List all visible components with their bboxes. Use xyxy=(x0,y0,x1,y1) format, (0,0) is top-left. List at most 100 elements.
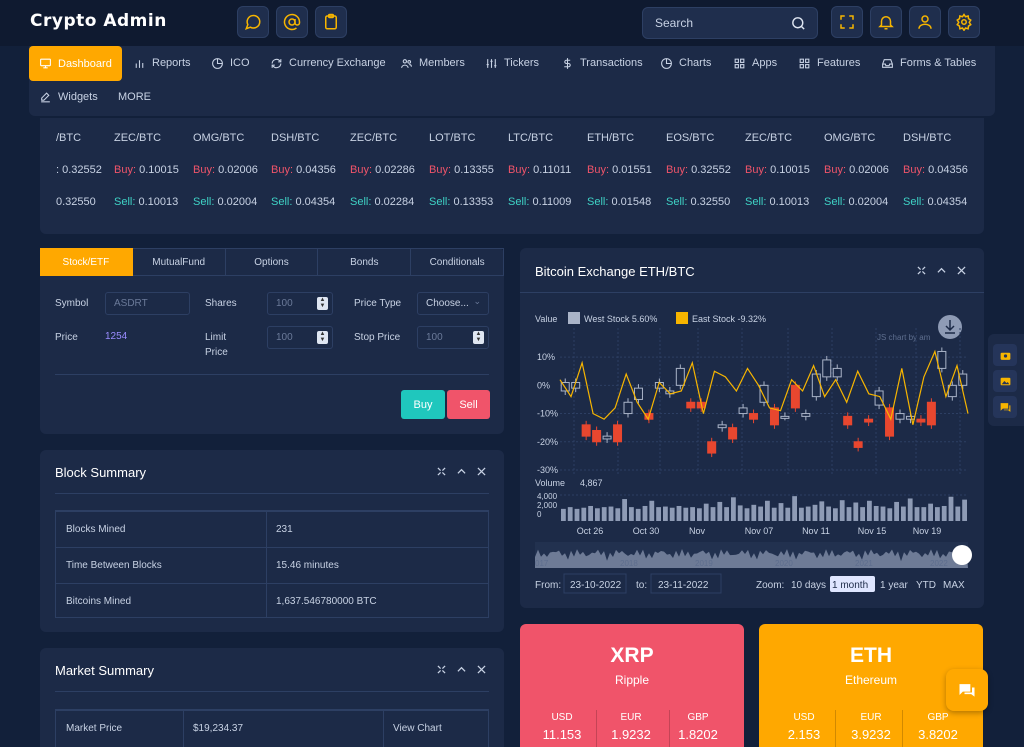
symbol-input[interactable]: ASDRT xyxy=(105,292,190,315)
x-tick-label: Nov 07 xyxy=(745,526,774,536)
limit-price-stepper[interactable]: 100 ▲ ▼ xyxy=(267,326,333,349)
nav-item-members[interactable]: Members xyxy=(390,46,475,80)
sell-label: Sell: xyxy=(114,196,139,208)
volume-bar xyxy=(710,507,716,521)
nav-item-more[interactable]: MORE xyxy=(108,80,161,114)
buy-button[interactable]: Buy xyxy=(401,390,445,419)
table-cell-value: 15.46 minutes xyxy=(276,560,339,571)
stepper-arrows-icon[interactable]: ▲ ▼ xyxy=(317,297,328,310)
ticker-sell: Sell: 0.10013 xyxy=(114,196,179,208)
tab-conditionals[interactable]: Conditionals xyxy=(411,248,504,276)
to-date-value: 23-11-2022 xyxy=(658,580,709,591)
price-type-select[interactable]: Choose... ⌄ xyxy=(417,292,489,315)
stop-price-stepper[interactable]: 100 ▲ ▼ xyxy=(417,326,489,349)
clipboard-icon-button[interactable] xyxy=(315,6,347,38)
volume-value: 4,867 xyxy=(580,478,603,488)
limit-price-value: 100 xyxy=(276,332,293,343)
chevron-up-icon[interactable] xyxy=(457,665,466,674)
ticker-sell: Sell: 0.02004 xyxy=(193,196,258,208)
buy-label: Buy: xyxy=(587,164,613,176)
close-icon[interactable] xyxy=(477,665,486,674)
clipboard-icon xyxy=(325,13,337,30)
settings-button[interactable] xyxy=(948,6,980,38)
nav-item-widgets[interactable]: Widgets xyxy=(29,80,108,114)
refresh-icon xyxy=(271,58,282,68)
nav-item-ico[interactable]: ICO xyxy=(201,46,260,80)
nav-item-transactions[interactable]: Transactions xyxy=(551,46,653,80)
side-tool-button[interactable] xyxy=(993,344,1017,366)
nav-item-tickers[interactable]: Tickers xyxy=(475,46,549,80)
volume-bar xyxy=(907,498,913,521)
search-icon[interactable] xyxy=(790,15,807,32)
tab-mutualfund[interactable]: MutualFund xyxy=(132,248,226,276)
user-icon xyxy=(918,15,932,29)
stepper-arrows-icon[interactable]: ▲ ▼ xyxy=(473,331,484,344)
mention-icon-button[interactable] xyxy=(276,6,308,38)
user-profile-button[interactable] xyxy=(909,6,941,38)
chart-watermark: JS chart by am xyxy=(877,333,931,342)
side-tool-button[interactable] xyxy=(993,396,1017,418)
coin-symbol: ETH xyxy=(850,644,892,667)
chat-fab-button[interactable] xyxy=(946,669,988,711)
close-icon[interactable] xyxy=(477,467,486,476)
nav-item-currency-exchange[interactable]: Currency Exchange xyxy=(260,46,396,80)
zoom-option[interactable]: 10 days xyxy=(791,580,826,591)
expand-icon[interactable] xyxy=(437,467,446,476)
zoom-option[interactable]: YTD xyxy=(916,580,936,591)
view-chart-link[interactable]: View Chart xyxy=(383,711,442,746)
x-tick-label: Oct 30 xyxy=(633,526,660,536)
chat-icon-button[interactable] xyxy=(237,6,269,38)
side-tool-button[interactable] xyxy=(993,370,1017,392)
expand-icon[interactable] xyxy=(437,665,446,674)
stepper-arrows-icon[interactable]: ▲ ▼ xyxy=(317,331,328,344)
ticker-buy: Buy: 0.04356 xyxy=(271,164,336,176)
volume-bar xyxy=(941,505,947,521)
exchange-chart-card: Bitcoin Exchange ETH/BTC Value West Stock… xyxy=(520,248,984,608)
candle-body xyxy=(728,427,738,440)
y-tick-label: -20% xyxy=(537,437,558,447)
candle-body xyxy=(592,429,602,443)
table-cell-value: 1,637.546780000 BTC xyxy=(276,596,377,607)
shares-label: Shares xyxy=(205,298,237,309)
currency-label: USD xyxy=(551,712,573,723)
value-label: Value xyxy=(535,314,557,324)
search-input[interactable] xyxy=(655,16,785,30)
sell-button[interactable]: Sell xyxy=(447,390,490,419)
tab-options[interactable]: Options xyxy=(225,248,319,276)
navigator-year-label: 017 xyxy=(535,559,549,568)
nav-item-reports[interactable]: Reports xyxy=(123,46,201,80)
sell-label: Sell: xyxy=(587,196,612,208)
zoom-option[interactable]: MAX xyxy=(943,580,965,591)
shares-stepper[interactable]: 100 ▲ ▼ xyxy=(267,292,333,315)
volume-bar xyxy=(703,503,709,521)
bar-chart-icon xyxy=(135,59,144,68)
buy-label: Buy: xyxy=(824,164,850,176)
nav-item-forms-tables[interactable]: Forms & Tables xyxy=(871,46,986,80)
candle-body xyxy=(780,415,790,419)
nav-item-dashboard[interactable]: Dashboard xyxy=(29,46,122,81)
zoom-option[interactable]: 1 year xyxy=(880,580,908,591)
chevron-up-icon[interactable] xyxy=(457,467,466,476)
fullscreen-button[interactable] xyxy=(831,6,863,38)
volume-bar xyxy=(921,507,927,521)
zoom-option[interactable]: 1 month xyxy=(832,580,868,591)
volume-bar xyxy=(744,508,750,521)
volume-bar xyxy=(914,507,920,521)
volume-bar xyxy=(561,508,566,521)
inbox-icon xyxy=(882,58,893,68)
candle-body xyxy=(864,418,874,423)
exchange-chart[interactable]: Value West Stock 5.60% East Stock -9.32% JS… xyxy=(520,248,984,608)
nav-item-label: Currency Exchange xyxy=(289,57,386,69)
volume-bar xyxy=(731,497,736,521)
sell-label: Sell: xyxy=(271,196,296,208)
candle-body xyxy=(613,424,623,443)
notifications-button[interactable] xyxy=(870,6,902,38)
y-tick-label: 0% xyxy=(537,380,550,390)
table-row: Bitcoins Mined 1,637.546780000 BTC xyxy=(56,583,488,619)
tab-bonds[interactable]: Bonds xyxy=(318,248,412,276)
nav-item-apps[interactable]: Apps xyxy=(723,46,787,80)
nav-item-charts[interactable]: Charts xyxy=(650,46,721,80)
nav-item-features[interactable]: Features xyxy=(788,46,870,80)
tab-stock-etf[interactable]: Stock/ETF xyxy=(40,248,133,276)
search-box[interactable] xyxy=(642,7,818,39)
